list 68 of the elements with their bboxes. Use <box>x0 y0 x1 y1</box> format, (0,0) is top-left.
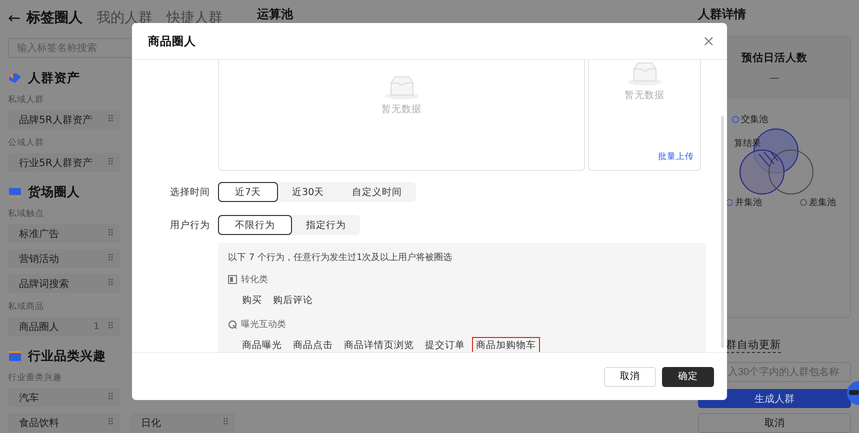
behavior-note: 以下 7 个行为，任意行为发生过1次及以上用户将被圈选 <box>228 252 454 264</box>
confirm-button[interactable]: 确定 <box>662 366 714 386</box>
upload-link[interactable]: 批量上传 <box>658 151 694 163</box>
drag-handle-icon[interactable]: ⠿ <box>107 418 114 428</box>
segment-option[interactable]: 自定义时间 <box>338 182 416 202</box>
behavior-option[interactable]: 商品曝光 <box>238 337 286 352</box>
group-label: 私域商品 <box>8 301 45 311</box>
drag-handle-icon[interactable]: ⠿ <box>107 322 114 332</box>
segment-option[interactable]: 近30天 <box>278 182 338 202</box>
square-icon <box>228 275 237 284</box>
metric-label: 预估日活人数 <box>742 51 808 65</box>
behavior-option[interactable]: 商品详情页浏览 <box>340 337 418 352</box>
group-label: 私域触点 <box>8 208 45 218</box>
tag-item[interactable]: 食品饮料 ⠿ <box>8 413 120 432</box>
tag-item[interactable]: 日化 ⠿ <box>130 413 235 432</box>
drag-handle-icon[interactable]: ⠿ <box>107 114 114 124</box>
drag-handle-icon[interactable]: ⠿ <box>107 254 114 264</box>
drag-handle-icon[interactable]: ⠿ <box>222 418 229 428</box>
segment-option[interactable]: 近7天 <box>218 182 278 202</box>
close-button[interactable]: × <box>702 32 715 50</box>
empty-text: 暂无数据 <box>624 89 664 102</box>
behavior-option[interactable]: 商品加购物车 <box>472 337 540 352</box>
tag-item[interactable]: 营销活动 ⠿ <box>8 249 120 268</box>
group-label: 私域人群 <box>8 94 45 104</box>
behavior-option[interactable]: 提交订单 <box>421 337 469 352</box>
tag-item[interactable]: 品牌5R人群资产 ⠿ <box>8 110 120 129</box>
pool-title: 运算池 <box>257 7 294 21</box>
nav-tab[interactable]: 标签圈人 <box>26 9 83 27</box>
group-label: 行业垂类兴趣 <box>8 372 63 382</box>
field-label: 选择时间 <box>169 186 210 198</box>
drag-handle-icon[interactable]: ⠿ <box>107 278 114 288</box>
tag-item[interactable]: 品牌词搜索 ⠿ <box>8 274 120 293</box>
drag-handle-icon[interactable]: ⠿ <box>107 158 114 168</box>
segment-option[interactable]: 指定行为 <box>292 215 360 235</box>
folder-icon <box>8 350 22 362</box>
group-label: 公域人群 <box>8 137 45 147</box>
count-label: 1 <box>94 322 100 332</box>
segment-option[interactable]: 不限行为 <box>218 215 292 235</box>
field-label: 用户行为 <box>169 218 210 232</box>
category-title: 转化类 <box>241 274 268 286</box>
venn-label: 交集池 <box>741 114 768 126</box>
cancel-button[interactable]: 取消 <box>604 366 656 386</box>
section-title: 行业品类兴趣 <box>28 348 106 364</box>
behavior-option[interactable]: 购后评论 <box>269 292 317 309</box>
category-title: 曝光互动类 <box>241 318 286 331</box>
section-title: 人群资产 <box>28 70 80 86</box>
section-title: 货场圈人 <box>28 184 80 200</box>
metric-value: — <box>770 73 780 84</box>
scrollbar[interactable] <box>721 116 724 348</box>
cart-icon <box>8 186 22 198</box>
behavior-option[interactable]: 商品点击 <box>289 337 337 352</box>
empty-inbox-icon <box>626 60 662 86</box>
drag-handle-icon[interactable]: ⠿ <box>107 392 114 402</box>
venn-label: 差集池 <box>809 196 836 209</box>
empty-text: 暂无数据 <box>382 103 422 116</box>
panel-title: 人群详情 <box>698 7 747 21</box>
cancel-button[interactable]: 取消 <box>698 413 851 433</box>
tag-item[interactable]: 标准广告 ⠿ <box>8 224 120 243</box>
venn-label: 并集池 <box>735 196 762 209</box>
tag-icon <box>8 72 22 84</box>
tag-item[interactable]: 商品圈人 1 ⠿ <box>8 317 120 336</box>
tag-item[interactable]: 行业5R人群资产 ⠿ <box>8 153 120 172</box>
drag-handle-icon[interactable]: ⠿ <box>107 228 114 238</box>
empty-inbox-icon <box>384 74 420 100</box>
tag-item[interactable]: 汽车 ⠿ <box>8 388 120 407</box>
nav-tab[interactable]: 我的人群 <box>96 9 153 27</box>
behavior-option[interactable]: 购买 <box>238 292 266 309</box>
back-button[interactable]: ← <box>8 9 21 27</box>
